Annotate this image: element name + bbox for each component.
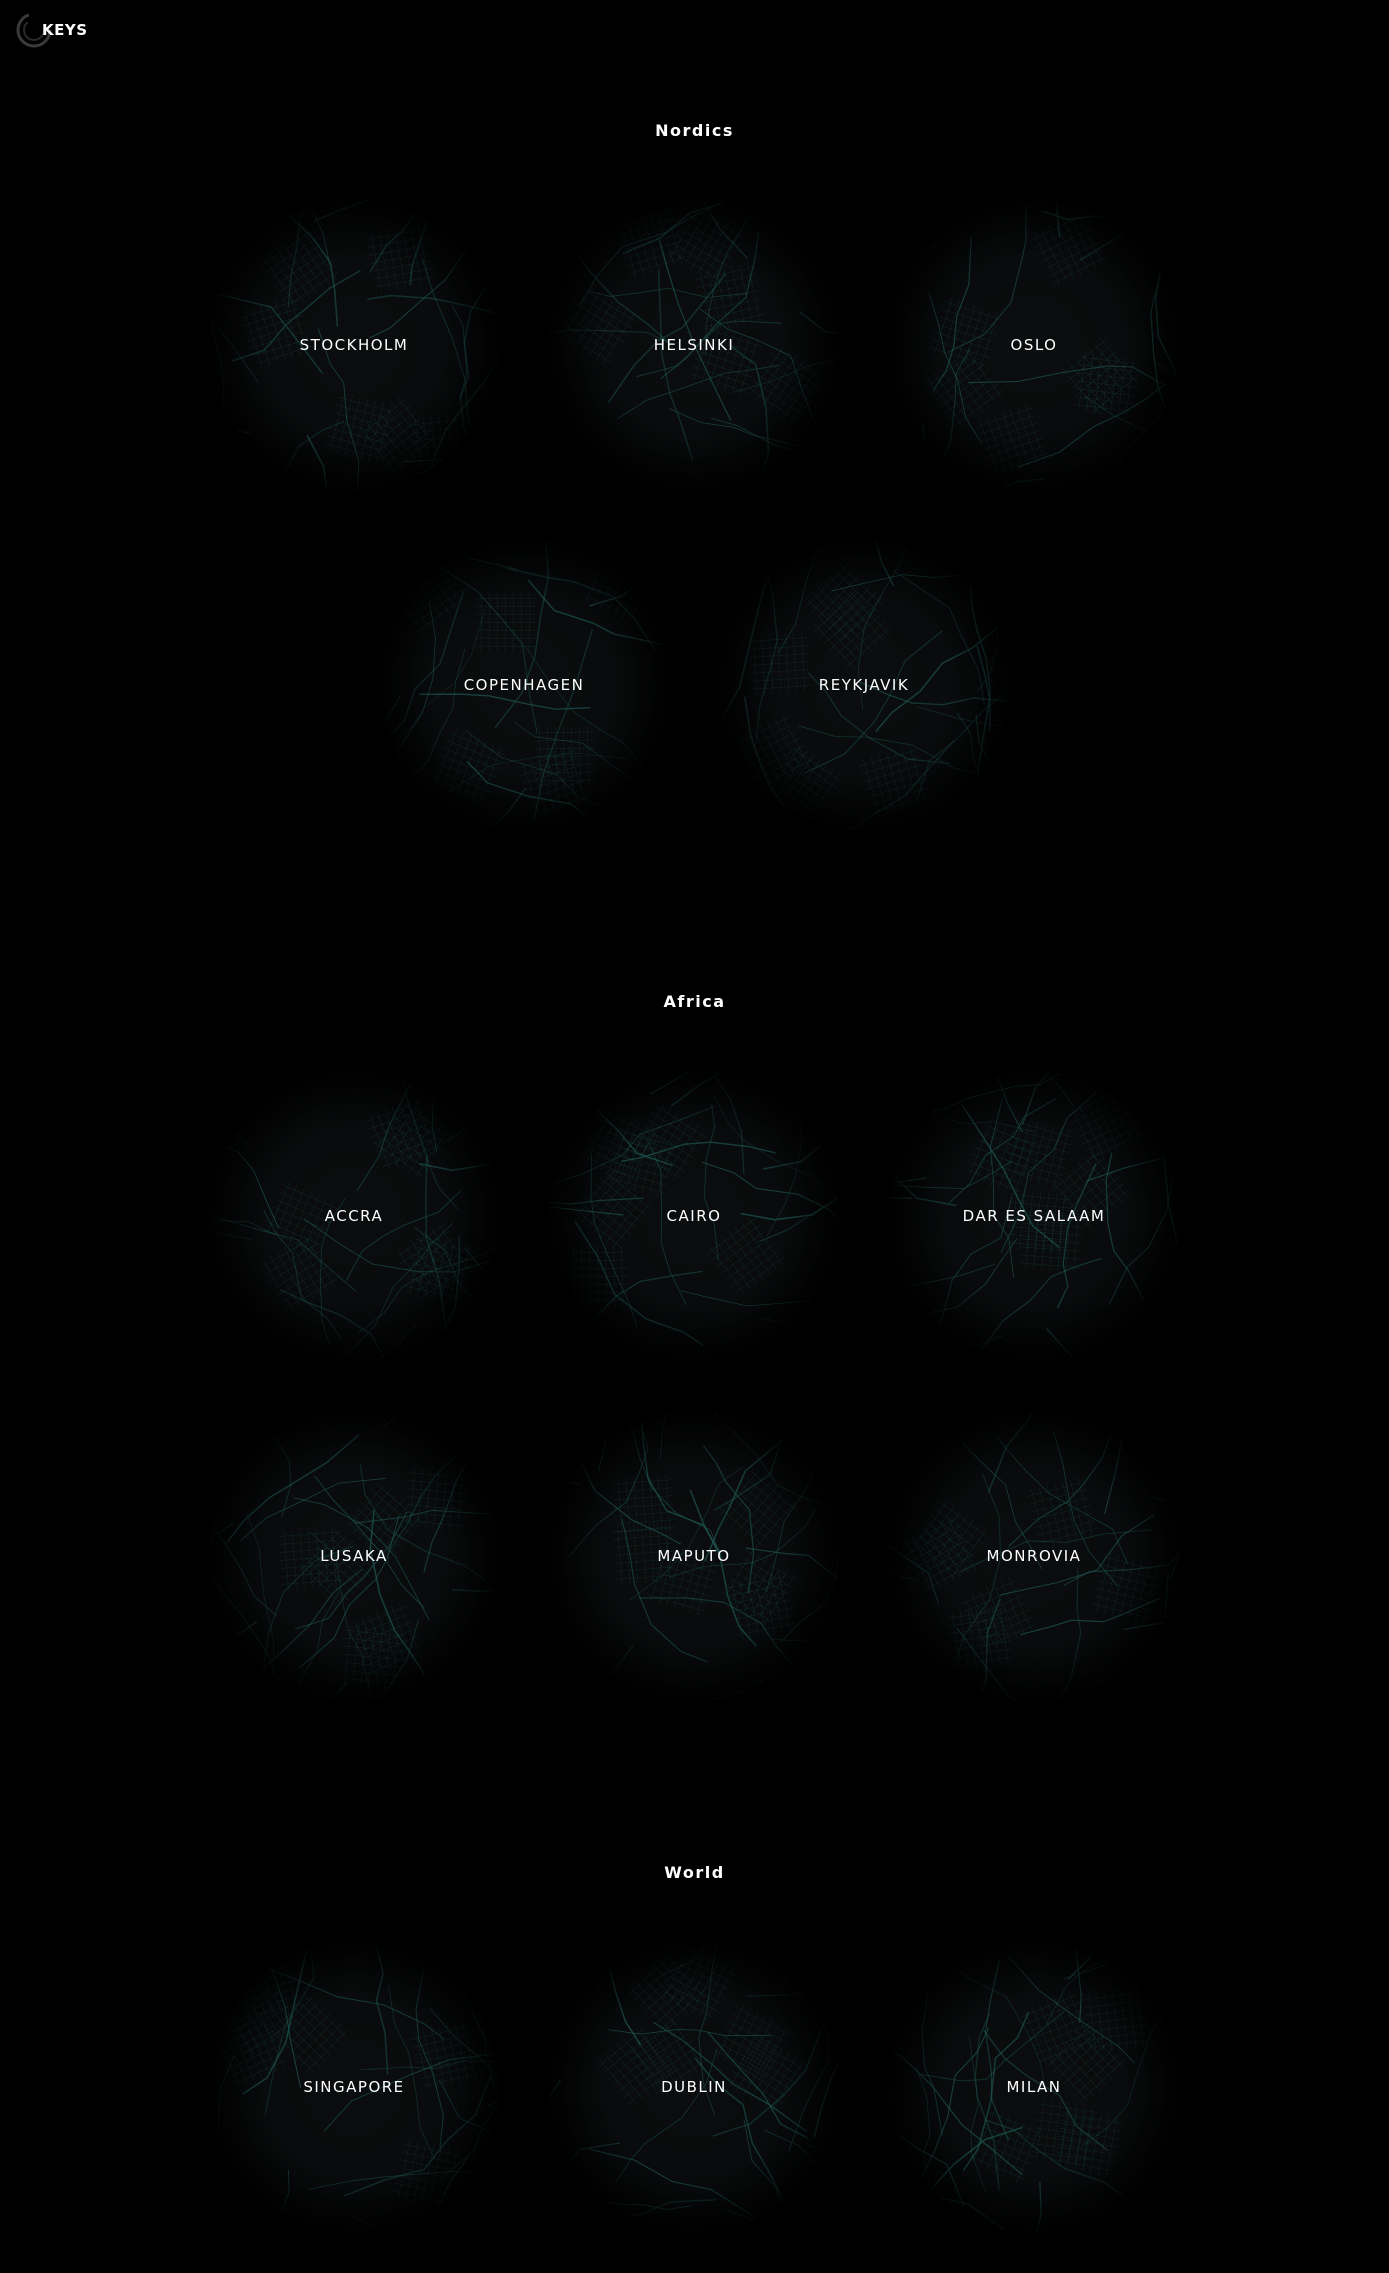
street-map-texture [549,200,839,490]
street-map-texture [209,1071,499,1361]
city-card-accra[interactable]: ACCRA [209,1071,499,1361]
street-map-texture [889,1411,1179,1701]
city-card-monrovia[interactable]: MONROVIA [889,1411,1179,1701]
city-card-dublin[interactable]: DUBLIN [549,1942,839,2232]
city-card-copenhagen[interactable]: COPENHAGEN [379,540,669,830]
city-card-dar-es-salaam[interactable]: DAR ES SALAAM [889,1071,1179,1361]
street-map-texture [549,1942,839,2232]
section-title-nordics: Nordics [655,121,734,140]
street-map-texture [889,200,1179,490]
city-card-reykjavik[interactable]: REYKJAVIK [719,540,1009,830]
logo-text: KEYS [42,21,88,39]
street-map-texture [549,1411,839,1701]
city-card-helsinki[interactable]: HELSINKI [549,200,839,490]
street-map-texture [889,1071,1179,1361]
city-card-lusaka[interactable]: LUSAKA [209,1411,499,1701]
street-map-texture [549,1071,839,1361]
city-card-stockholm[interactable]: STOCKHOLM [209,200,499,490]
street-map-texture [209,1411,499,1701]
street-map-texture [209,1942,499,2232]
city-card-oslo[interactable]: OSLO [889,200,1179,490]
city-card-cairo[interactable]: CAIRO [549,1071,839,1361]
street-map-texture [209,200,499,490]
logo-link[interactable]: KEYS [14,10,88,50]
city-card-milan[interactable]: MILAN [889,1942,1179,2232]
street-map-texture [889,1942,1179,2232]
street-map-texture [379,540,669,830]
city-card-maputo[interactable]: MAPUTO [549,1411,839,1701]
section-title-africa: Africa [663,992,726,1011]
section-title-world: World [664,1863,725,1882]
street-map-texture [719,540,1009,830]
city-card-singapore[interactable]: SINGAPORE [209,1942,499,2232]
